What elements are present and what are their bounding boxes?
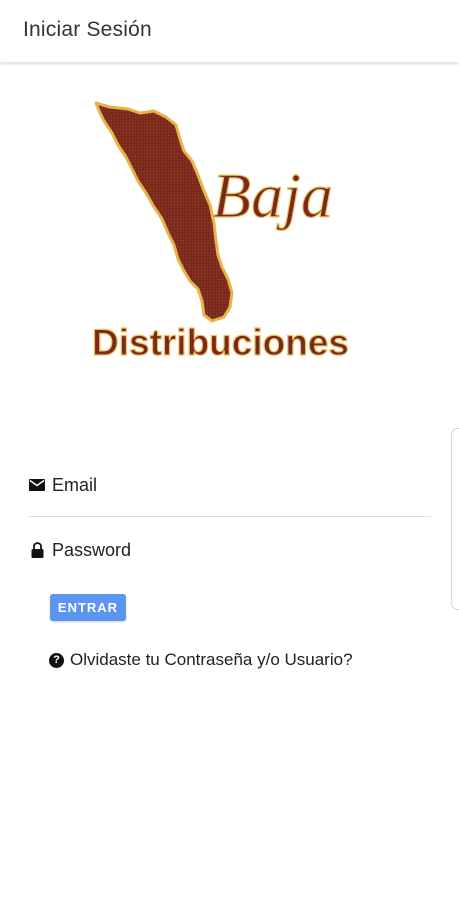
side-drawer-handle[interactable] [451, 428, 459, 610]
app-bar: Iniciar Sesión [0, 0, 459, 62]
baja-map-logo-graphic: Baja Distribuciones [91, 101, 350, 364]
company-logo: Baja Distribuciones [80, 95, 390, 370]
page-title: Iniciar Sesión [23, 18, 152, 41]
password-field[interactable] [52, 539, 412, 561]
login-screen: Iniciar Sesión Baja Distribuciones Email… [0, 0, 459, 900]
envelope-icon [28, 476, 46, 494]
email-field-row [28, 470, 431, 500]
help-circle-icon: ? [49, 652, 64, 668]
logo-word-distribuciones: Distribuciones [92, 322, 349, 363]
forgot-password-label: Olvidaste tu Contraseña y/o Usuario? [70, 650, 353, 669]
lock-icon [28, 541, 46, 559]
password-field-row [28, 535, 431, 565]
enter-button[interactable]: ENTRAR [50, 594, 126, 621]
logo-word-baja: Baja [212, 160, 333, 231]
email-underline [28, 516, 431, 517]
forgot-password-link[interactable]: ? Olvidaste tu Contraseña y/o Usuario? [49, 650, 353, 670]
email-field[interactable] [52, 474, 412, 496]
